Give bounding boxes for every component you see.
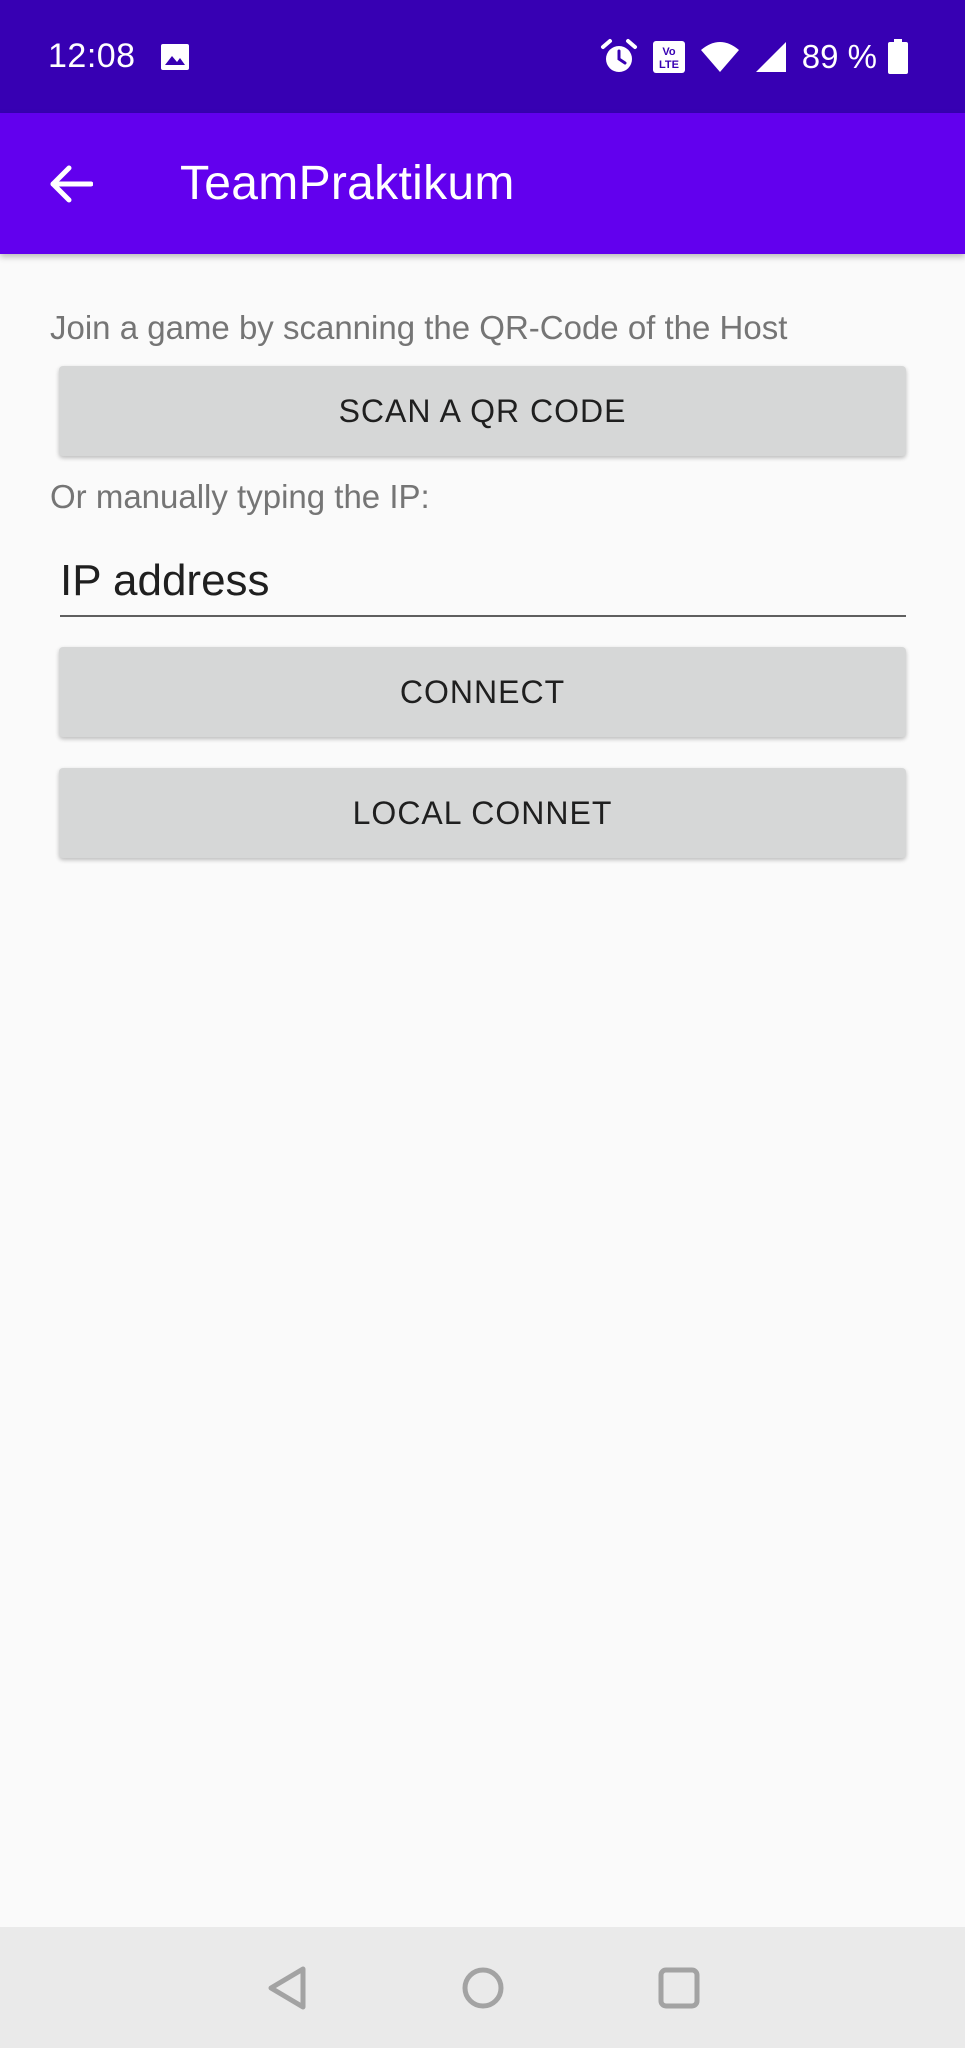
- navigation-bar: [0, 1927, 965, 2048]
- ip-address-input[interactable]: [60, 547, 906, 615]
- manual-ip-label: Or manually typing the IP:: [50, 478, 430, 515]
- battery-percent: 89 %: [801, 37, 877, 75]
- status-time: 12:08: [48, 37, 136, 75]
- alarm-icon: [600, 38, 638, 76]
- battery-icon: [887, 38, 909, 75]
- local-connect-button[interactable]: LOCAL CONNET: [59, 768, 906, 858]
- scan-qr-button[interactable]: SCAN A QR CODE: [59, 366, 906, 456]
- home-circle-icon[interactable]: [443, 1948, 523, 2028]
- back-arrow-icon[interactable]: [30, 144, 110, 224]
- app-title: TeamPraktikum: [180, 157, 515, 210]
- wifi-icon: [700, 40, 740, 74]
- svg-text:Vo: Vo: [662, 46, 676, 58]
- image-icon: [160, 42, 190, 72]
- join-instruction-label: Join a game by scanning the QR-Code of t…: [50, 309, 788, 346]
- signal-icon: [754, 40, 788, 74]
- app-bar: TeamPraktikum: [0, 113, 965, 254]
- recents-square-icon[interactable]: [639, 1948, 719, 2028]
- ip-address-field: [60, 547, 906, 617]
- connect-button[interactable]: CONNECT: [59, 647, 906, 737]
- back-triangle-icon[interactable]: [247, 1948, 327, 2028]
- status-bar: 12:08 Vo LTE 89 %: [0, 0, 965, 113]
- status-right: Vo LTE 89 %: [586, 38, 909, 76]
- svg-text:LTE: LTE: [659, 59, 679, 71]
- volte-icon: Vo LTE: [652, 40, 686, 74]
- status-left: 12:08: [48, 37, 190, 76]
